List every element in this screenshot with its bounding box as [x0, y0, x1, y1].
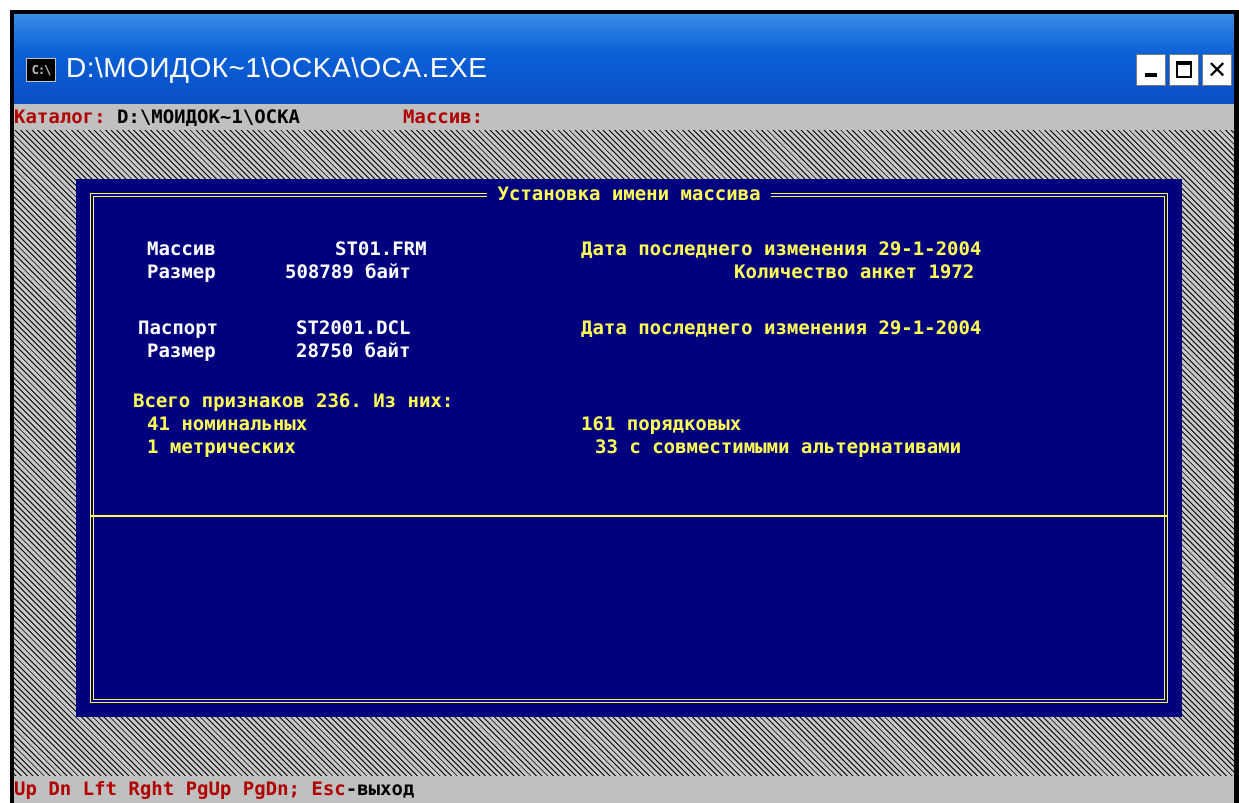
- array-status-label: Массив:: [402, 106, 484, 128]
- close-icon: ✕: [1206, 56, 1228, 84]
- metric-count: 1 метрических: [147, 436, 296, 458]
- passport-size-label: Размер: [147, 340, 216, 362]
- passport-label: Паспорт: [138, 317, 219, 339]
- window-title: D:\МОИДОК~1\OCKA\OCA.EXE: [66, 52, 488, 83]
- array-size-label: Размер: [147, 261, 216, 283]
- minimize-icon: [1145, 73, 1157, 77]
- array-modified-date: Дата последнего изменения 29-1-2004: [581, 238, 982, 260]
- exit-hint: -выход: [345, 778, 415, 800]
- ordinal-count: 161 порядковых: [581, 413, 742, 435]
- maximize-icon: [1176, 61, 1192, 78]
- screen-edge-top: [0, 0, 1239, 10]
- array-file-name: ST01.FRM: [335, 238, 427, 260]
- console-area: Каталог: D:\МОИДОК~1\ОСКА Массив: Устано…: [14, 104, 1234, 803]
- array-size-value: 508789 байт: [285, 261, 411, 283]
- window-controls: ✕: [1136, 54, 1232, 86]
- title-bar[interactable]: C:\ D:\МОИДОК~1\OCKA\OCA.EXE ✕: [14, 14, 1234, 104]
- screen-edge-left: [0, 10, 10, 803]
- minimize-button[interactable]: [1136, 54, 1166, 86]
- maximize-button[interactable]: [1169, 54, 1199, 86]
- passport-file-name: ST2001.DCL: [296, 317, 411, 339]
- passport-modified-date: Дата последнего изменения 29-1-2004: [581, 317, 982, 339]
- questionnaire-count: Количество анкет 1972: [734, 261, 975, 283]
- features-total: Всего признаков 236. Из них:: [133, 390, 454, 412]
- console-app-icon[interactable]: C:\: [26, 58, 56, 82]
- navigation-keys-hint: Up Dn Lft Rght PgUp PgDn; Esc: [14, 778, 346, 800]
- array-label: Массив: [147, 238, 216, 260]
- set-array-name-dialog: Установка имени массива Массив ST01.FRM …: [76, 179, 1182, 717]
- dialog-title-wrap: Установка имени массива: [76, 182, 1182, 206]
- nominal-count: 41 номинальных: [147, 413, 308, 435]
- key-help-line: Up Dn Lft Rght PgUp PgDn; Esc-выход: [14, 776, 1234, 803]
- dialog-separator: [90, 515, 1168, 517]
- status-line: Каталог: D:\МОИДОК~1\ОСКА Массив:: [14, 104, 1234, 130]
- compatible-alternatives-count: 33 с совместимыми альтернативами: [595, 436, 962, 458]
- catalog-label: Каталог:: [14, 106, 106, 128]
- catalog-path: D:\МОИДОК~1\ОСКА: [116, 106, 300, 128]
- close-button[interactable]: ✕: [1202, 54, 1232, 86]
- passport-size-value: 28750 байт: [296, 340, 411, 362]
- dialog-title: Установка имени массива: [487, 183, 771, 205]
